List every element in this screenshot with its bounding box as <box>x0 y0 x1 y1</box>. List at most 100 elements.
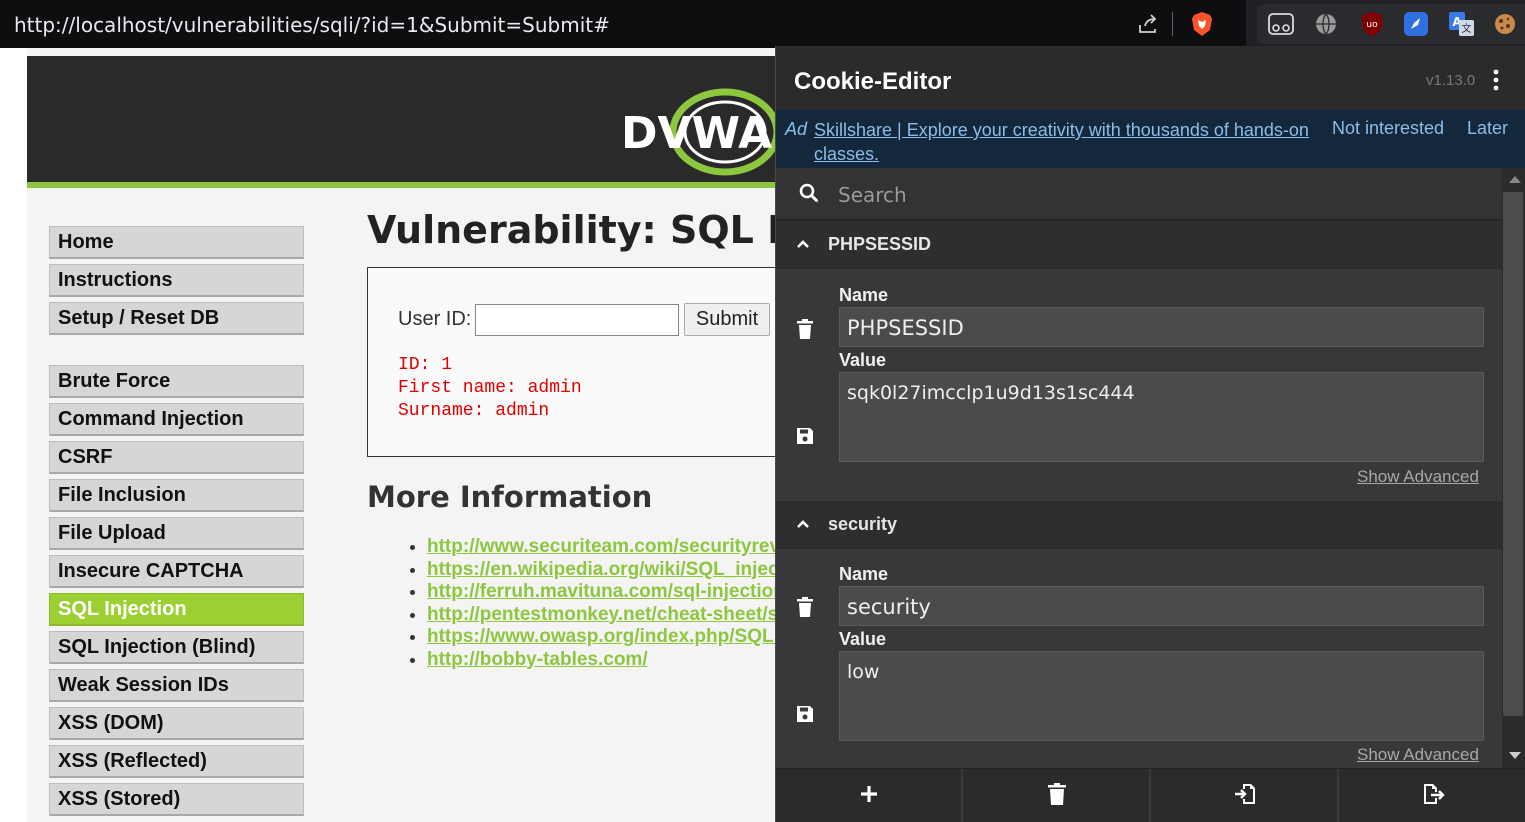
reference-links: http://www.securiteam.com/securityreview… <box>409 536 787 671</box>
svg-text:DVWA: DVWA <box>621 108 772 159</box>
list-item: http://www.securiteam.com/securityreview… <box>427 536 787 559</box>
cookie-name-field[interactable]: PHPSESSID <box>839 307 1484 347</box>
menu-gap <box>49 340 305 365</box>
cookie-details-phpsessid: Name PHPSESSID Value sqk0l27imcclp1u9d13… <box>776 269 1502 501</box>
ublock-icon[interactable]: uo <box>1360 11 1384 37</box>
cookie-value-field[interactable]: low <box>839 651 1484 741</box>
list-item: http://bobby-tables.com/ <box>427 649 787 672</box>
address-bar[interactable]: http://localhost/vulnerabilities/sqli/?i… <box>0 0 1246 48</box>
userid-label: User ID: <box>398 308 472 330</box>
more-options-icon[interactable] <box>1488 68 1504 92</box>
scroll-down-arrow-icon[interactable] <box>1509 752 1521 759</box>
list-item: http://pentestmonkey.net/cheat-sheet/sql… <box>427 604 787 627</box>
menu-item-xss-stored[interactable]: XSS (Stored) <box>49 783 304 816</box>
reference-link[interactable]: http://pentestmonkey.net/cheat-sheet/sql… <box>427 604 787 625</box>
dvwa-page: DVWA Home Instructions Setup / Reset DB … <box>27 48 787 822</box>
ad-link[interactable]: Skillshare | Explore your creativity wit… <box>814 118 1314 166</box>
menu-item-command-injection[interactable]: Command Injection <box>49 403 304 436</box>
ad-later-button[interactable]: Later <box>1467 118 1508 139</box>
browser-toolbar: http://localhost/vulnerabilities/sqli/?i… <box>0 0 1525 48</box>
cookie-editor-title: Cookie-Editor <box>794 68 952 95</box>
value-label: Value <box>839 629 887 649</box>
ad-banner: Ad Skillshare | Explore your creativity … <box>776 110 1525 168</box>
trash-icon[interactable] <box>796 597 814 622</box>
header-accent-line <box>27 182 787 188</box>
menu-item-file-inclusion[interactable]: File Inclusion <box>49 479 304 512</box>
show-advanced-link[interactable]: Show Advanced <box>1357 745 1479 765</box>
ad-label: Ad <box>785 119 808 139</box>
add-cookie-button[interactable] <box>776 769 963 822</box>
dvwa-logo: DVWA <box>619 86 787 176</box>
toolbar-divider <box>1172 12 1173 36</box>
scrollbar-thumb[interactable] <box>1503 192 1523 716</box>
search-bar <box>776 168 1502 220</box>
save-icon[interactable] <box>796 427 814 450</box>
delete-all-icon <box>1047 782 1067 810</box>
trash-icon[interactable] <box>796 319 814 344</box>
menu-item-sql-injection-blind[interactable]: SQL Injection (Blind) <box>49 631 304 664</box>
chevron-up-icon[interactable] <box>796 237 810 256</box>
reference-link[interactable]: http://bobby-tables.com/ <box>427 649 648 670</box>
query-result: ID: 1 First name: admin Surname: admin <box>398 354 582 423</box>
translate-icon[interactable]: A文 <box>1449 12 1475 36</box>
more-info-heading: More Information <box>367 480 653 514</box>
menu-item-csrf[interactable]: CSRF <box>49 441 304 474</box>
reading-mode-icon[interactable] <box>1268 12 1294 36</box>
page-title: Vulnerability: SQL Injection <box>367 208 787 252</box>
reference-link[interactable]: http://ferruh.mavituna.com/sql-injection… <box>427 581 787 602</box>
page-margin <box>0 48 27 822</box>
search-icon <box>798 182 820 209</box>
menu-item-insecure-captcha[interactable]: Insecure CAPTCHA <box>49 555 304 588</box>
add-icon <box>859 784 879 809</box>
menu-item-file-upload[interactable]: File Upload <box>49 517 304 550</box>
cookie-editor-popup: Cookie-Editor v1.13.0 Ad Skillshare | Ex… <box>775 46 1525 822</box>
delete-all-button[interactable] <box>964 769 1151 822</box>
menu-item-xss-dom[interactable]: XSS (DOM) <box>49 707 304 740</box>
menu-item-home[interactable]: Home <box>49 226 304 259</box>
search-input[interactable] <box>836 180 1436 210</box>
cookie-value-field[interactable]: sqk0l27imcclp1u9d13s1sc444 <box>839 372 1484 462</box>
cookie-editor-footer <box>776 768 1525 822</box>
url-text[interactable]: http://localhost/vulnerabilities/sqli/?i… <box>14 13 610 37</box>
svg-text:文: 文 <box>1462 22 1472 35</box>
result-id: ID: 1 <box>398 355 453 375</box>
name-label: Name <box>839 285 889 305</box>
reference-link[interactable]: https://www.owasp.org/index.php/SQL_Inje… <box>427 626 787 647</box>
submit-button[interactable]: Submit <box>684 303 770 336</box>
list-item: https://www.owasp.org/index.php/SQL_Inje… <box>427 626 787 649</box>
brave-shield-icon[interactable] <box>1188 10 1216 38</box>
result-first-name: First name: admin <box>398 378 582 398</box>
save-icon[interactable] <box>796 705 814 728</box>
menu-item-setup[interactable]: Setup / Reset DB <box>49 302 304 335</box>
chevron-up-icon[interactable] <box>796 517 810 536</box>
cookie-icon[interactable] <box>1493 12 1517 36</box>
import-icon <box>1234 783 1256 810</box>
userid-input[interactable] <box>475 304 679 336</box>
show-advanced-link[interactable]: Show Advanced <box>1357 467 1479 487</box>
result-surname: Surname: admin <box>398 401 550 421</box>
import-button[interactable] <box>1152 769 1339 822</box>
value-label: Value <box>839 350 887 370</box>
ad-not-interested-button[interactable]: Not interested <box>1332 118 1444 139</box>
side-menu: Home Instructions Setup / Reset DB Brute… <box>49 226 305 821</box>
cookie-header-label: PHPSESSID <box>828 234 932 254</box>
cookie-editor-header: Cookie-Editor v1.13.0 <box>776 46 1525 110</box>
menu-item-instructions[interactable]: Instructions <box>49 264 304 297</box>
menu-item-sql-injection[interactable]: SQL Injection <box>49 593 304 626</box>
cookie-name-field[interactable]: security <box>839 586 1484 626</box>
menu-item-xss-reflected[interactable]: XSS (Reflected) <box>49 745 304 778</box>
cookie-header-phpsessid[interactable]: PHPSESSID <box>776 221 1502 269</box>
cookie-details-security: Name security Value low Show Advanced <box>776 549 1502 781</box>
rocket-icon[interactable] <box>1404 12 1428 36</box>
menu-item-weak-session-ids[interactable]: Weak Session IDs <box>49 669 304 702</box>
scroll-up-arrow-icon[interactable] <box>1509 176 1521 183</box>
reference-link[interactable]: http://www.securiteam.com/securityreview… <box>427 536 787 557</box>
menu-item-brute-force[interactable]: Brute Force <box>49 365 304 398</box>
globe-icon[interactable] <box>1314 12 1338 36</box>
reference-link[interactable]: https://en.wikipedia.org/wiki/SQL_inject… <box>427 559 787 580</box>
cookie-header-security[interactable]: security <box>776 501 1502 549</box>
export-button[interactable] <box>1340 769 1525 822</box>
list-item: http://ferruh.mavituna.com/sql-injection… <box>427 581 787 604</box>
cookie-header-label: security <box>828 514 898 534</box>
share-icon[interactable] <box>1134 10 1162 38</box>
